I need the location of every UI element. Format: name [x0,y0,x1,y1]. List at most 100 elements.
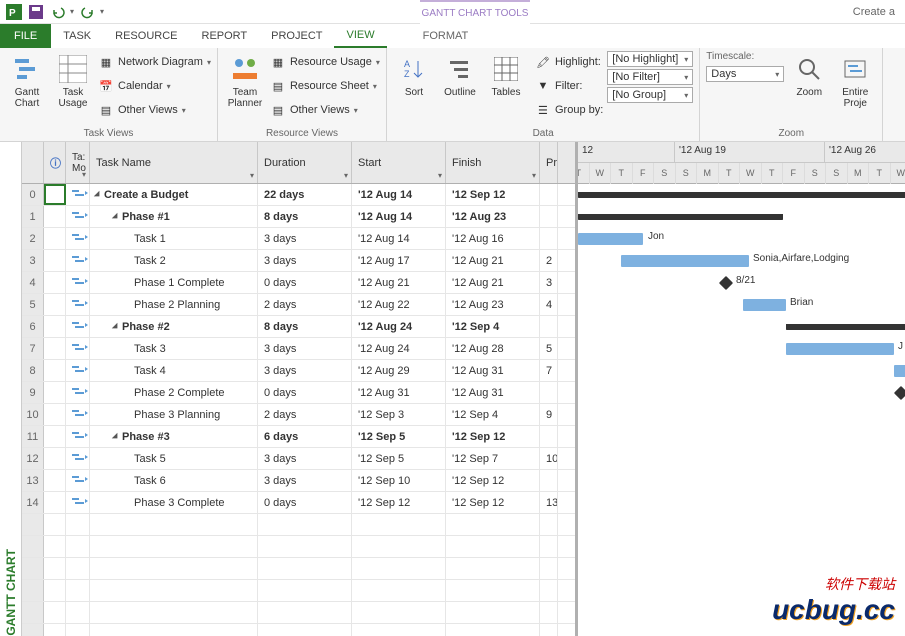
gantt-row[interactable] [578,382,905,404]
gantt-task-bar[interactable] [578,233,643,245]
cell-start[interactable]: '12 Aug 14 [352,184,446,205]
cell-info[interactable] [44,228,66,249]
table-row[interactable]: 10Phase 3 Planning2 days'12 Sep 3'12 Sep… [22,404,575,426]
row-number[interactable]: 9 [22,382,44,403]
table-row[interactable]: 9Phase 2 Complete0 days'12 Aug 31'12 Aug… [22,382,575,404]
gantt-summary-bar[interactable] [578,192,905,198]
cell-duration[interactable]: 0 days [258,492,352,513]
cell-start[interactable]: '12 Aug 24 [352,316,446,337]
cell-pred[interactable]: 3 [540,272,558,293]
cell-finish[interactable]: '12 Sep 4 [446,316,540,337]
calendar-button[interactable]: 📅Calendar▾ [98,75,211,97]
row-number[interactable]: 14 [22,492,44,513]
cell-duration[interactable]: 3 days [258,250,352,271]
cell-duration[interactable]: 8 days [258,316,352,337]
cell-start[interactable]: '12 Sep 5 [352,426,446,447]
cell-start[interactable]: '12 Sep 12 [352,492,446,513]
gantt-task-bar[interactable] [621,255,749,267]
cell-mode[interactable] [66,250,90,271]
cell-duration[interactable]: 0 days [258,272,352,293]
cell-pred[interactable]: 10 [540,448,558,469]
network-diagram-button[interactable]: ▦Network Diagram▾ [98,51,211,73]
cell-duration[interactable]: 3 days [258,470,352,491]
row-number[interactable]: 7 [22,338,44,359]
cell-start[interactable]: '12 Aug 24 [352,338,446,359]
cell-duration[interactable]: 6 days [258,426,352,447]
col-name[interactable]: Task Name▾ [90,142,258,183]
gantt-milestone[interactable] [719,276,733,290]
cell-mode[interactable] [66,272,90,293]
table-row[interactable]: 12Task 53 days'12 Sep 5'12 Sep 710 [22,448,575,470]
table-row[interactable]: 5Phase 2 Planning2 days'12 Aug 22'12 Aug… [22,294,575,316]
gantt-row[interactable] [578,206,905,228]
col-duration[interactable]: Duration▾ [258,142,352,183]
group-combo[interactable]: [No Group]▾ [607,87,693,103]
cell-name[interactable]: Phase #2 [90,316,258,337]
cell-info[interactable] [44,470,66,491]
resource-sheet-button[interactable]: ▤Resource Sheet▾ [270,75,380,97]
row-number[interactable]: 1 [22,206,44,227]
cell-info[interactable] [44,206,66,227]
cell-mode[interactable] [66,404,90,425]
cell-mode[interactable] [66,426,90,447]
cell-name[interactable]: Task 5 [90,448,258,469]
tab-file[interactable]: FILE [0,24,51,48]
cell-info[interactable] [44,426,66,447]
cell-start[interactable]: '12 Sep 3 [352,404,446,425]
row-number[interactable]: 2 [22,228,44,249]
cell-info[interactable] [44,316,66,337]
table-row[interactable]: 1Phase #18 days'12 Aug 14'12 Aug 23 [22,206,575,228]
cell-start[interactable]: '12 Aug 31 [352,382,446,403]
gantt-row[interactable]: Jon [578,228,905,250]
cell-finish[interactable]: '12 Sep 12 [446,184,540,205]
cell-name[interactable]: Task 4 [90,360,258,381]
grid-body[interactable]: 0Create a Budget22 days'12 Aug 14'12 Sep… [22,184,575,636]
cell-finish[interactable]: '12 Sep 12 [446,492,540,513]
table-row[interactable]: 14Phase 3 Complete0 days'12 Sep 12'12 Se… [22,492,575,514]
gantt-task-bar[interactable] [894,365,905,377]
filter-combo[interactable]: [No Filter]▾ [607,69,693,85]
row-number[interactable]: 6 [22,316,44,337]
undo-dropdown[interactable]: ▾ [70,7,74,16]
cell-info[interactable] [44,492,66,513]
cell-start[interactable]: '12 Sep 5 [352,448,446,469]
col-finish[interactable]: Finish▾ [446,142,540,183]
cell-pred[interactable]: 2 [540,250,558,271]
gantt-row[interactable] [578,426,905,448]
cell-info[interactable] [44,360,66,381]
cell-pred[interactable] [540,228,558,249]
cell-duration[interactable]: 8 days [258,206,352,227]
cell-finish[interactable]: '12 Aug 28 [446,338,540,359]
gantt-chart-button[interactable]: GanttChart [6,51,48,128]
cell-name[interactable]: Task 6 [90,470,258,491]
cell-mode[interactable] [66,184,90,205]
tab-resource[interactable]: RESOURCE [103,24,189,48]
cell-pred[interactable]: 9 [540,404,558,425]
tab-format[interactable]: FORMAT [411,24,481,48]
cell-mode[interactable] [66,448,90,469]
cell-pred[interactable] [540,382,558,403]
row-number[interactable]: 10 [22,404,44,425]
gantt-row[interactable] [578,492,905,514]
cell-start[interactable]: '12 Aug 14 [352,206,446,227]
table-row[interactable]: 4Phase 1 Complete0 days'12 Aug 21'12 Aug… [22,272,575,294]
cell-pred[interactable] [540,426,558,447]
zoom-button[interactable]: Zoom [788,51,830,128]
cell-duration[interactable]: 3 days [258,338,352,359]
cell-name[interactable]: Task 3 [90,338,258,359]
cell-mode[interactable] [66,316,90,337]
cell-name[interactable]: Phase 3 Complete [90,492,258,513]
tab-project[interactable]: PROJECT [259,24,334,48]
gantt-row[interactable] [578,448,905,470]
cell-pred[interactable]: 4 [540,294,558,315]
row-number[interactable]: 8 [22,360,44,381]
gantt-row[interactable] [578,470,905,492]
row-number[interactable]: 0 [22,184,44,205]
table-row[interactable]: 3Task 23 days'12 Aug 17'12 Aug 212 [22,250,575,272]
gantt-row[interactable]: 8/21 [578,272,905,294]
gantt-task-bar[interactable] [743,299,786,311]
tab-view[interactable]: VIEW [334,24,386,48]
col-info[interactable]: ⓘ [44,142,66,183]
row-number[interactable]: 12 [22,448,44,469]
tab-task[interactable]: TASK [51,24,103,48]
